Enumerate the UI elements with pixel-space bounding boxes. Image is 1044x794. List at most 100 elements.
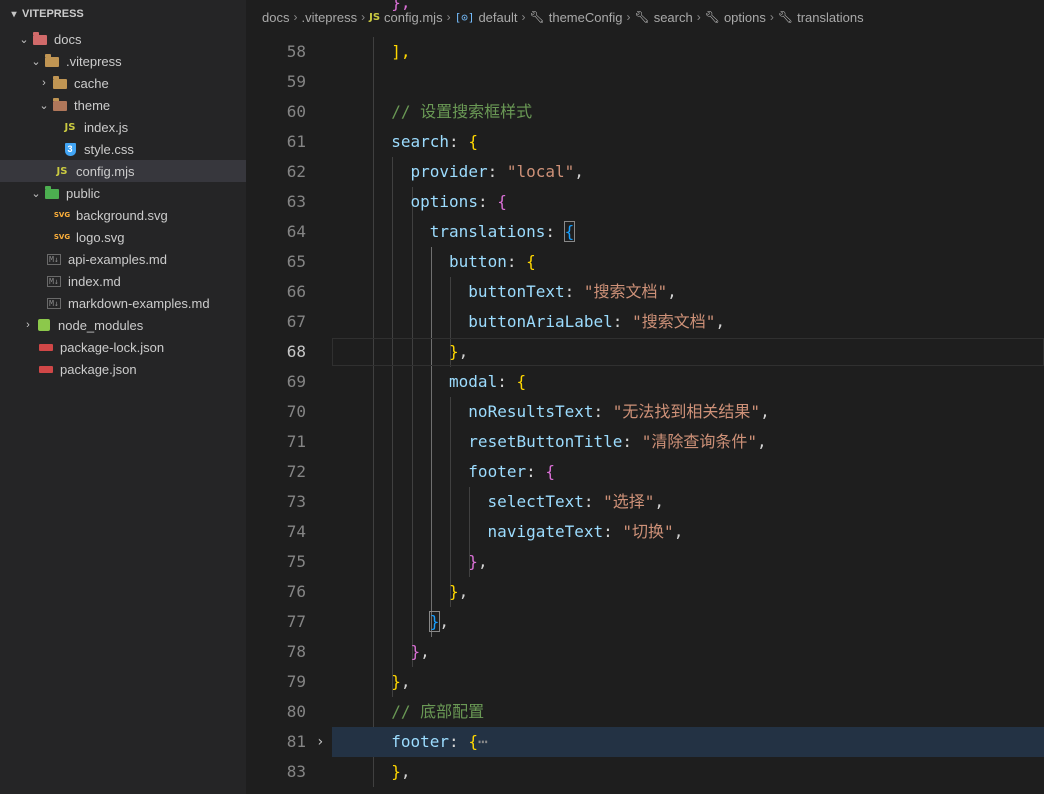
line-number: 76 (286, 582, 306, 601)
code-bracket: } (449, 582, 459, 601)
code-punctuation: , (458, 342, 469, 361)
code-property: noResultsText (468, 402, 594, 421)
tree-item-index-js[interactable]: JS index.js (0, 116, 246, 138)
code-text: options: { (411, 187, 507, 217)
javascript-file-icon: JS (369, 11, 381, 23)
fold-chevron-icon[interactable]: › (316, 727, 324, 757)
code-line[interactable]: 70 noResultsText: "无法找到相关结果", (246, 397, 1044, 427)
breadcrumb-item[interactable]: options (724, 10, 766, 25)
tree-item-label: package.json (60, 361, 137, 377)
code-text: // 底部配置 (391, 697, 484, 727)
line-number: 69 (286, 372, 306, 391)
folder-icon (44, 53, 60, 69)
tree-item-public[interactable]: ⌄ public (0, 182, 246, 204)
fold-ellipsis-icon[interactable]: ⋯ (478, 732, 488, 751)
breadcrumb-item[interactable]: default (478, 10, 517, 25)
code-line[interactable]: 61 search: { (246, 127, 1044, 157)
tree-item-theme[interactable]: ⌄ theme (0, 94, 246, 116)
code-line[interactable]: 64 translations: { (246, 217, 1044, 247)
line-number: 68 (286, 342, 306, 361)
code-punctuation: : (497, 372, 517, 391)
code-text: resetButtonTitle: "清除查询条件", (468, 427, 766, 457)
tree-item-cache[interactable]: › cache (0, 72, 246, 94)
breadcrumb-item[interactable]: docs (262, 10, 289, 25)
code-line[interactable]: 67 buttonAriaLabel: "搜索文档", (246, 307, 1044, 337)
code-editor[interactable]: docs › .vitepress › JS config.mjs › [⊙] … (246, 0, 1044, 794)
code-line[interactable]: 58], (246, 37, 1044, 67)
tree-item-config-mjs[interactable]: JS config.mjs (0, 160, 246, 182)
code-line[interactable]: 80 // 底部配置 (246, 697, 1044, 727)
tree-item-package-lock-json[interactable]: package-lock.json (0, 336, 246, 358)
code-punctuation: : (545, 222, 565, 241)
npm-file-icon (38, 361, 54, 377)
tree-item-node-modules[interactable]: › node_modules (0, 314, 246, 336)
code-property: translations (429, 222, 546, 241)
code-line[interactable]: 76}, (246, 577, 1044, 607)
folder-icon (52, 75, 68, 91)
code-line[interactable]: 65 button: { (246, 247, 1044, 277)
code-bracket: { (526, 252, 536, 271)
breadcrumb-item[interactable]: themeConfig (549, 10, 623, 25)
chevron-right-icon: › (696, 10, 701, 24)
code-text: }, (468, 547, 487, 577)
code-line[interactable]: 68}, (246, 337, 1044, 367)
code-line[interactable]: 74 navigateText: "切换", (246, 517, 1044, 547)
code-line[interactable]: 73 selectText: "选择", (246, 487, 1044, 517)
code-line[interactable]: 75}, (246, 547, 1044, 577)
breadcrumb-item[interactable]: search (654, 10, 693, 25)
code-line[interactable]: 72 footer: { (246, 457, 1044, 487)
code-line[interactable]: 78}, (246, 637, 1044, 667)
code-text: buttonText: "搜索文档", (468, 277, 677, 307)
code-line[interactable]: 59 (246, 67, 1044, 97)
breadcrumb-item[interactable]: translations (797, 10, 863, 25)
line-number: 73 (286, 492, 306, 511)
code-partial-line: }, (391, 0, 410, 18)
variable-icon: [⊙] (454, 10, 475, 24)
code-line[interactable]: 60 // 设置搜索框样式 (246, 97, 1044, 127)
tree-item-background-svg[interactable]: SVG background.svg (0, 204, 246, 226)
chevron-right-icon: › (521, 10, 526, 24)
code-line[interactable]: › 81 footer: {⋯ (246, 727, 1044, 757)
chevron-down-icon: ▾ (11, 8, 17, 20)
line-number: 81 (286, 732, 306, 751)
code-punctuation: : (449, 732, 469, 751)
tree-item-index-md[interactable]: M↓ index.md (0, 270, 246, 292)
tree-item-api-examples-md[interactable]: M↓ api-examples.md (0, 248, 246, 270)
tree-item-label: public (66, 185, 100, 201)
code-line[interactable]: 69 modal: { (246, 367, 1044, 397)
tree-item-package-json[interactable]: package.json (0, 358, 246, 380)
code-line[interactable]: 71 resetButtonTitle: "清除查询条件", (246, 427, 1044, 457)
tree-item-docs[interactable]: ⌄ docs (0, 28, 246, 50)
tree-item-markdown-examples-md[interactable]: M↓ markdown-examples.md (0, 292, 246, 314)
line-number: 70 (286, 402, 306, 421)
code-text: modal: { (449, 367, 526, 397)
explorer-root-header[interactable]: ▾ VITEPRESS (0, 0, 246, 28)
code-text: }, (449, 337, 468, 367)
chevron-right-icon: › (26, 319, 30, 331)
javascript-file-icon: JS (56, 165, 68, 177)
code-string: "local" (506, 162, 575, 181)
code-line[interactable]: 63 options: { (246, 187, 1044, 217)
chevron-down-icon: ⌄ (39, 99, 49, 112)
tree-item-logo-svg[interactable]: SVG logo.svg (0, 226, 246, 248)
code-bracket: } (391, 762, 401, 781)
tree-item-style-css[interactable]: 3 style.css (0, 138, 246, 160)
tree-item-vitepress[interactable]: ⌄ .vitepress (0, 50, 246, 72)
code-line[interactable]: 79}, (246, 667, 1044, 697)
code-line[interactable]: 62 provider: "local", (246, 157, 1044, 187)
css-file-icon: 3 (62, 141, 78, 157)
code-property: options (410, 192, 478, 211)
code-line[interactable]: 83}, (246, 757, 1044, 787)
code-line[interactable]: 77}, (246, 607, 1044, 637)
code-text: ], (391, 37, 410, 67)
code-text: }, (391, 667, 410, 697)
code-punctuation: : (603, 522, 623, 541)
line-number: 78 (286, 642, 306, 661)
code-text: // 设置搜索框样式 (391, 97, 532, 127)
folder-icon (52, 97, 68, 113)
chevron-down-icon: ⌄ (31, 55, 41, 68)
markdown-file-icon: M↓ (47, 297, 61, 309)
code-line[interactable]: 66 buttonText: "搜索文档", (246, 277, 1044, 307)
folder-icon (44, 185, 60, 201)
breadcrumb-item[interactable]: .vitepress (301, 10, 357, 25)
